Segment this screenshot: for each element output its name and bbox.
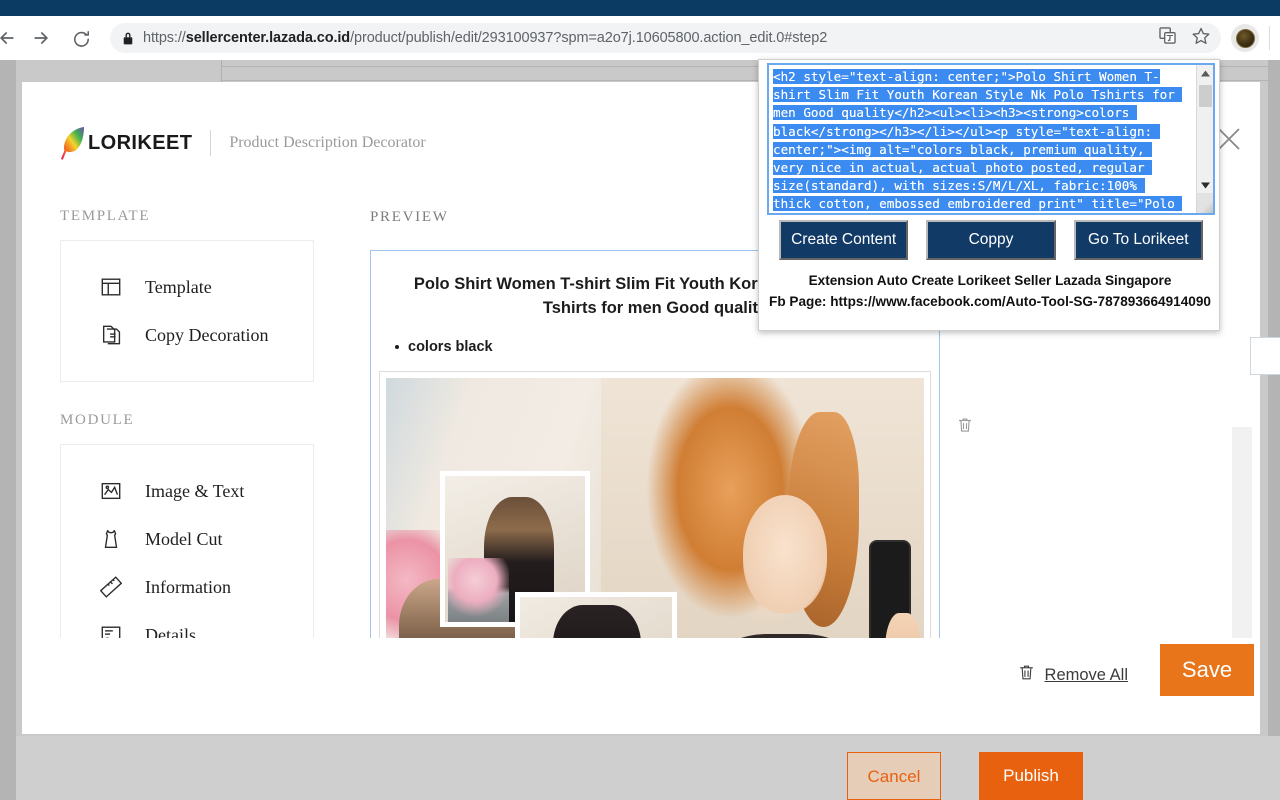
sidebar-item-information[interactable]: Information bbox=[61, 563, 313, 611]
page-left-strip bbox=[0, 60, 16, 800]
extension-popup: <h2 style="text-align: center;">Polo Shi… bbox=[758, 59, 1220, 331]
sidebar-item-copy-decoration[interactable]: Copy Decoration bbox=[61, 311, 313, 359]
reload-icon bbox=[73, 30, 89, 47]
triangle-up-icon bbox=[1201, 70, 1210, 77]
sidebar-item-label: Template bbox=[145, 276, 212, 297]
brand-separator bbox=[210, 130, 212, 156]
brand: LORIKEET Product Description Decorator bbox=[60, 126, 426, 160]
page-right-strip bbox=[1268, 60, 1280, 800]
arrow-left-icon bbox=[0, 32, 14, 44]
page-column-placeholder bbox=[22, 60, 222, 82]
textarea-scrollbar[interactable] bbox=[1196, 65, 1213, 213]
create-content-button[interactable]: Create Content bbox=[779, 220, 909, 260]
sidebar-item-label: Copy Decoration bbox=[145, 324, 269, 345]
module-section-card: Image & Text Model Cut Information Detai… bbox=[60, 444, 314, 664]
copy-document-icon bbox=[99, 323, 123, 347]
url-host: sellercenter.lazada.co.id bbox=[185, 30, 351, 46]
image-icon bbox=[99, 479, 123, 503]
template-section-card: Template Copy Decoration bbox=[60, 240, 314, 382]
url-scheme: https:// bbox=[143, 30, 186, 46]
trash-icon bbox=[959, 418, 971, 432]
browser-tabstrip bbox=[0, 0, 1280, 16]
forward-button[interactable] bbox=[26, 23, 56, 53]
omnibox-actions bbox=[1158, 23, 1211, 53]
toolbar-right bbox=[1231, 24, 1280, 52]
remove-all-button[interactable]: Remove All bbox=[1017, 662, 1128, 688]
extension-footer-line-2: Fb Page: https://www.facebook.com/Auto-T… bbox=[769, 294, 1211, 309]
arrow-right-icon bbox=[34, 32, 48, 44]
coppy-button[interactable]: Coppy bbox=[926, 220, 1056, 260]
url-text: https://sellercenter.lazada.co.id/produc… bbox=[143, 30, 827, 46]
html-content-textarea[interactable]: <h2 style="text-align: center;">Polo Shi… bbox=[767, 63, 1215, 215]
sidebar-item-model-cut[interactable]: Model Cut bbox=[61, 515, 313, 563]
toolbar-divider bbox=[1269, 26, 1270, 50]
module-slot-placeholder[interactable] bbox=[1250, 337, 1280, 375]
collage-face bbox=[743, 495, 828, 614]
brand-name: LORIKEET bbox=[88, 131, 193, 154]
extension-footer: Extension Auto Create Lorikeet Seller La… bbox=[759, 270, 1221, 312]
browser-toolbar: https://sellercenter.lazada.co.id/produc… bbox=[0, 16, 1280, 60]
url-path: /product/publish/edit/293100937?spm=a2o7… bbox=[350, 30, 828, 46]
sidebar-item-label: Information bbox=[145, 576, 231, 597]
textarea-resize-grip[interactable] bbox=[1197, 193, 1213, 213]
layout-icon bbox=[99, 275, 123, 299]
sidebar-item-label: Model Cut bbox=[145, 528, 223, 549]
feather-logo-icon bbox=[61, 127, 84, 160]
scroll-up-button[interactable] bbox=[1197, 65, 1213, 82]
template-section-title: TEMPLATE bbox=[60, 208, 151, 224]
ruler-icon bbox=[99, 575, 123, 599]
preview-label: PREVIEW bbox=[370, 209, 449, 225]
avatar[interactable] bbox=[1231, 24, 1259, 52]
save-button[interactable]: Save bbox=[1160, 644, 1254, 696]
bullet-dot-icon bbox=[395, 344, 399, 349]
back-button[interactable] bbox=[0, 23, 22, 53]
scrollbar-thumb[interactable] bbox=[1199, 85, 1212, 107]
textarea-value: <h2 style="text-align: center;">Polo Shi… bbox=[773, 69, 1175, 212]
reload-button[interactable] bbox=[66, 23, 96, 53]
trash-icon bbox=[1017, 662, 1036, 688]
product-bullet-text: colors black bbox=[408, 338, 493, 355]
scroll-down-button[interactable] bbox=[1197, 177, 1213, 194]
remove-all-label: Remove All bbox=[1044, 665, 1128, 684]
cancel-button[interactable]: Cancel bbox=[847, 752, 941, 800]
modal-footer: Remove All Save bbox=[22, 638, 1260, 734]
module-section-title: MODULE bbox=[60, 412, 135, 428]
brand-subtitle: Product Description Decorator bbox=[229, 134, 426, 151]
extension-footer-line-1: Extension Auto Create Lorikeet Seller La… bbox=[808, 273, 1172, 288]
publish-button[interactable]: Publish bbox=[979, 752, 1083, 800]
dress-icon bbox=[99, 527, 123, 551]
triangle-down-icon bbox=[1201, 182, 1210, 189]
translate-icon[interactable] bbox=[1158, 26, 1177, 50]
avatar-icon bbox=[1235, 28, 1255, 48]
collage-vase bbox=[447, 557, 510, 622]
sidebar-item-label: Image & Text bbox=[145, 480, 245, 501]
go-to-lorikeet-button[interactable]: Go To Lorikeet bbox=[1073, 220, 1203, 260]
sidebar-item-image-text[interactable]: Image & Text bbox=[61, 467, 313, 515]
extension-buttons: Create Content Coppy Go To Lorikeet bbox=[779, 220, 1203, 260]
sidebar-item-template[interactable]: Template bbox=[61, 263, 313, 311]
address-bar[interactable]: https://sellercenter.lazada.co.id/produc… bbox=[110, 23, 1221, 53]
star-icon[interactable] bbox=[1191, 26, 1211, 51]
preview-delete-button[interactable] bbox=[945, 404, 985, 446]
lock-icon bbox=[122, 31, 134, 46]
